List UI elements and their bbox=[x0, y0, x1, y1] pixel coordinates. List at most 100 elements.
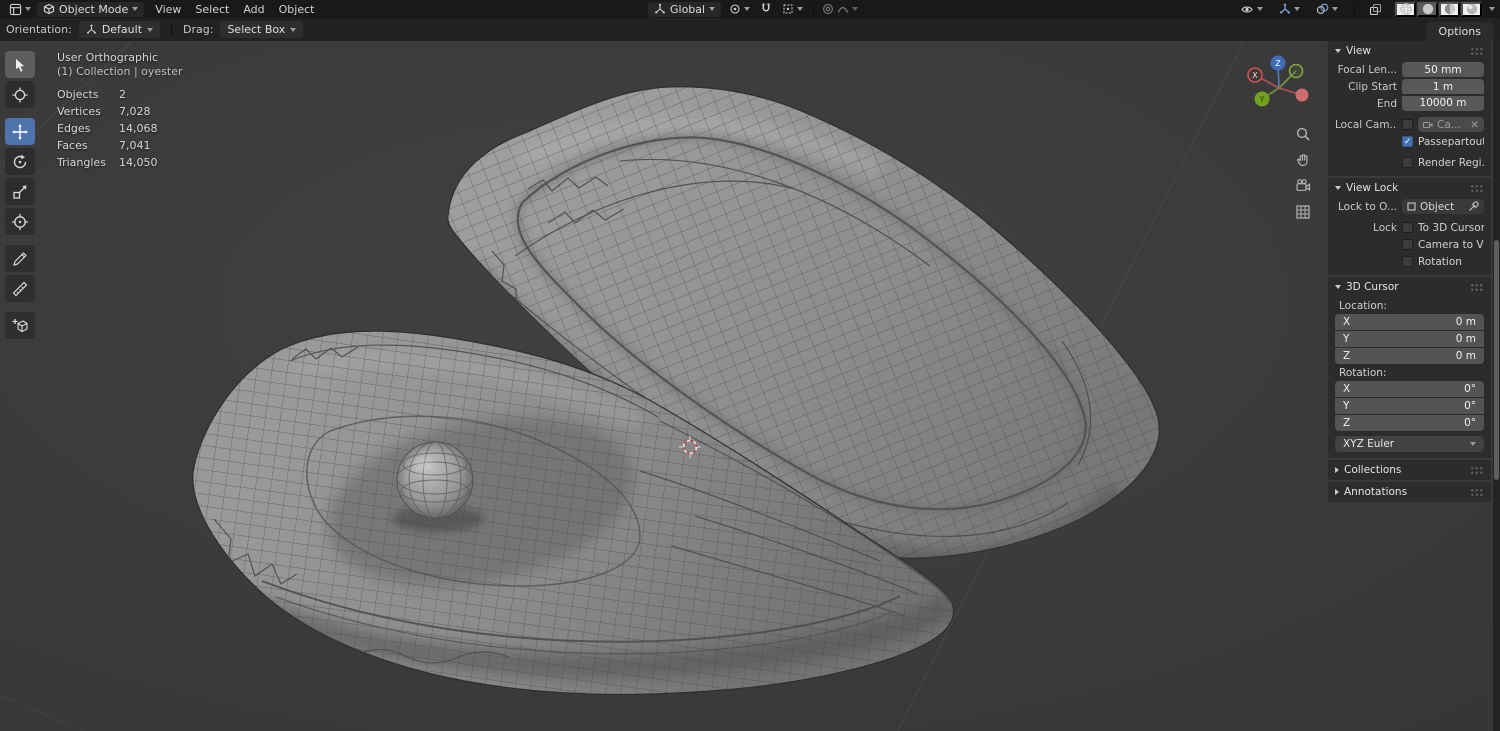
menu-view[interactable]: View bbox=[148, 0, 188, 18]
viewport-display-controls bbox=[1236, 0, 1495, 18]
scene-3d[interactable] bbox=[0, 41, 1500, 731]
panel-drag-dots[interactable] bbox=[1470, 46, 1484, 56]
proportional-editing-toggle[interactable] bbox=[818, 2, 862, 17]
panel-annotations-header[interactable]: Annotations bbox=[1328, 482, 1491, 502]
menu-select[interactable]: Select bbox=[188, 0, 236, 18]
tool-annotate[interactable] bbox=[5, 245, 35, 272]
axis-value: 0 m bbox=[1455, 333, 1476, 345]
object-mode-icon bbox=[43, 3, 55, 15]
local-camera-field[interactable]: Ca... ✕ bbox=[1418, 117, 1484, 132]
panel-view-header[interactable]: View bbox=[1328, 41, 1491, 61]
shading-rendered-button[interactable] bbox=[1461, 1, 1482, 17]
transform-orientation-dropdown[interactable]: Global bbox=[648, 1, 722, 17]
axis-letter: Z bbox=[1343, 417, 1351, 429]
panel-drag-dots[interactable] bbox=[1470, 282, 1484, 292]
gizmos-dropdown[interactable] bbox=[1275, 2, 1304, 17]
clip-start-field[interactable]: 1 m bbox=[1402, 79, 1484, 94]
toggle-ortho-button[interactable] bbox=[1294, 203, 1311, 220]
rotation-mode-dropdown[interactable]: XYZ Euler bbox=[1335, 436, 1484, 452]
panel-drag-dots[interactable] bbox=[1470, 183, 1484, 193]
pan-button[interactable] bbox=[1294, 151, 1311, 168]
scrollbar-thumb[interactable] bbox=[1494, 240, 1499, 480]
orientation-dropdown[interactable]: Default bbox=[78, 21, 161, 38]
gizmo-axis-x-neg[interactable] bbox=[1295, 88, 1309, 102]
tool-scale[interactable] bbox=[5, 178, 35, 205]
zoom-button[interactable] bbox=[1294, 125, 1311, 142]
camera-icon bbox=[1295, 178, 1310, 191]
local-camera-checkbox[interactable] bbox=[1402, 119, 1413, 130]
panel-scrollbar[interactable] bbox=[1493, 41, 1500, 731]
object-visibility-dropdown[interactable] bbox=[1236, 2, 1267, 17]
options-tab-label: Options bbox=[1438, 25, 1481, 38]
options-tab[interactable]: Options bbox=[1425, 22, 1494, 41]
tool-rotate[interactable] bbox=[5, 148, 35, 175]
lock-to-object-field[interactable]: Object bbox=[1402, 199, 1484, 214]
panel-3d-cursor-header[interactable]: 3D Cursor bbox=[1328, 277, 1491, 297]
clip-end-field[interactable]: 10000 m bbox=[1402, 95, 1484, 111]
editor-type-button[interactable] bbox=[5, 2, 35, 17]
tool-move[interactable] bbox=[5, 118, 35, 145]
stat-label: Faces bbox=[57, 139, 88, 152]
passepartout-checkbox[interactable]: ✓ bbox=[1402, 136, 1413, 147]
panel-drag-dots[interactable] bbox=[1470, 465, 1484, 475]
proportional-editing-icon bbox=[823, 4, 834, 14]
snap-toggle[interactable] bbox=[756, 2, 776, 17]
divider bbox=[813, 3, 815, 15]
tool-cursor[interactable] bbox=[5, 81, 35, 108]
panel-drag-dots[interactable] bbox=[1470, 487, 1484, 497]
cursor-rotation-x[interactable]: X 0° bbox=[1335, 381, 1484, 397]
blender-window: Object Mode View Select Add Object Global bbox=[0, 0, 1500, 731]
snap-settings-dropdown[interactable] bbox=[778, 2, 807, 17]
gizmo-axis-x[interactable]: X bbox=[1247, 67, 1263, 83]
camera-to-view-checkbox[interactable] bbox=[1402, 239, 1413, 250]
overlays-dropdown[interactable] bbox=[1312, 2, 1342, 17]
focal-length-field[interactable]: 50 mm bbox=[1402, 62, 1484, 77]
panel-view-lock-header[interactable]: View Lock bbox=[1328, 178, 1491, 198]
drag-dropdown[interactable]: Select Box bbox=[220, 21, 304, 38]
orientation-label: Orientation: bbox=[6, 23, 72, 36]
clear-icon[interactable]: ✕ bbox=[1470, 119, 1479, 131]
clip-end-label: End bbox=[1377, 97, 1397, 110]
axis-value: 0° bbox=[1464, 417, 1476, 429]
xray-toggle[interactable] bbox=[1365, 2, 1386, 17]
measure-ruler-icon bbox=[12, 281, 28, 296]
cursor-rotation-y[interactable]: Y 0° bbox=[1335, 398, 1484, 414]
navigation-gizmo[interactable]: Z X Y bbox=[1238, 47, 1326, 135]
viewport-3d[interactable]: User Orthographic (1) Collection | oyest… bbox=[0, 41, 1500, 731]
gizmo-axis-y-neg[interactable] bbox=[1288, 63, 1304, 79]
shading-wireframe-button[interactable] bbox=[1395, 1, 1416, 17]
hand-icon bbox=[1296, 153, 1307, 166]
tool-select-box[interactable] bbox=[5, 51, 35, 78]
camera-view-button[interactable] bbox=[1294, 177, 1311, 194]
panel-title: View bbox=[1346, 45, 1371, 57]
tool-add-cube[interactable] bbox=[5, 312, 35, 339]
toolbar bbox=[5, 51, 35, 339]
annotate-pencil-icon bbox=[13, 251, 27, 266]
cursor-location-x[interactable]: X 0 m bbox=[1335, 314, 1484, 330]
panel-collections-header[interactable]: Collections bbox=[1328, 460, 1491, 480]
shading-material-button[interactable] bbox=[1439, 1, 1460, 17]
tool-transform[interactable] bbox=[5, 208, 35, 235]
render-region-checkbox[interactable] bbox=[1402, 157, 1413, 168]
menu-add[interactable]: Add bbox=[236, 0, 271, 18]
lock-3d-cursor-checkbox[interactable] bbox=[1402, 222, 1413, 233]
stat-label: Vertices bbox=[57, 105, 101, 118]
cursor-location-z[interactable]: Z 0 m bbox=[1335, 348, 1484, 364]
stat-label: Triangles bbox=[57, 156, 106, 169]
pivot-point-dropdown[interactable] bbox=[725, 2, 754, 17]
material-sphere-icon bbox=[1444, 3, 1455, 15]
tool-measure[interactable] bbox=[5, 275, 35, 302]
cursor-rotation-z[interactable]: Z 0° bbox=[1335, 415, 1484, 431]
lock-rotation-checkbox[interactable] bbox=[1402, 256, 1413, 267]
cursor-location-y[interactable]: Y 0 m bbox=[1335, 331, 1484, 347]
scale-icon bbox=[13, 185, 27, 199]
menu-object[interactable]: Object bbox=[272, 0, 322, 18]
drag-dropdown-value: Select Box bbox=[227, 23, 286, 36]
gizmo-axis-z[interactable]: Z bbox=[1270, 55, 1286, 71]
object-mode-dropdown[interactable]: Object Mode bbox=[37, 1, 145, 17]
shading-solid-button[interactable] bbox=[1417, 1, 1438, 17]
axis-letter: X bbox=[1343, 316, 1351, 328]
eyedropper-icon[interactable] bbox=[1468, 201, 1479, 212]
gizmo-axis-y[interactable]: Y bbox=[1254, 91, 1270, 107]
pearl[interactable] bbox=[396, 441, 474, 519]
